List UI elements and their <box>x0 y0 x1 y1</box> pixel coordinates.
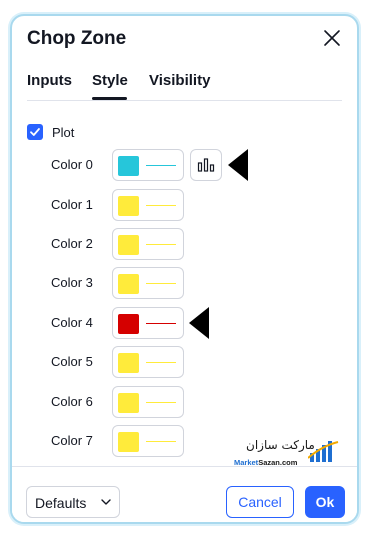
color-swatch <box>118 353 139 373</box>
color-row-4: Color 4 <box>12 307 357 339</box>
plot-label: Plot <box>52 124 75 140</box>
color-label: Color 2 <box>51 236 93 251</box>
color-row-2: Color 2 <box>12 228 357 260</box>
color-label: Color 4 <box>51 315 93 330</box>
annotation-arrow <box>189 307 209 339</box>
plot-row: Plot <box>27 123 74 141</box>
defaults-dropdown[interactable]: Defaults <box>26 486 120 518</box>
color-picker-button[interactable] <box>112 346 184 378</box>
line-style-preview <box>146 165 176 166</box>
tab-inputs[interactable]: Inputs <box>27 72 72 89</box>
line-style-preview <box>146 205 176 206</box>
color-label: Color 3 <box>51 275 93 290</box>
color-label: Color 5 <box>51 354 93 369</box>
color-picker-button[interactable] <box>112 425 184 457</box>
plot-checkbox[interactable] <box>27 124 43 140</box>
color-swatch <box>118 196 139 216</box>
color-row-1: Color 1 <box>12 189 357 221</box>
chop-zone-dialog: Chop Zone Inputs Style Visibility Plot C… <box>10 14 359 524</box>
color-swatch <box>118 432 139 452</box>
defaults-label: Defaults <box>35 495 87 511</box>
color-label: Color 0 <box>51 157 93 172</box>
color-row-3: Color 3 <box>12 267 357 299</box>
color-label: Color 6 <box>51 394 93 409</box>
line-style-preview <box>146 402 176 403</box>
tab-bar: Inputs Style Visibility <box>12 66 357 102</box>
line-style-preview <box>146 441 176 442</box>
checkmark-icon <box>30 128 40 136</box>
marketsazan-logo-icon <box>308 441 339 462</box>
columns-icon <box>197 158 215 172</box>
close-icon[interactable] <box>323 29 341 47</box>
color-row-6: Color 6 <box>12 386 357 418</box>
dialog-header: Chop Zone <box>12 16 357 66</box>
color-picker-button[interactable] <box>112 267 184 299</box>
color-row-5: Color 5 <box>12 346 357 378</box>
line-style-preview <box>146 283 176 284</box>
color-swatch <box>118 156 139 176</box>
dialog-footer: Defaults Cancel Ok <box>12 466 357 522</box>
color-picker-button[interactable] <box>112 307 184 339</box>
color-swatch <box>118 314 139 334</box>
color-swatch <box>118 393 139 413</box>
plot-type-button[interactable] <box>190 149 222 181</box>
color-label: Color 7 <box>51 433 93 448</box>
line-style-preview <box>146 244 176 245</box>
tab-style[interactable]: Style <box>92 72 128 89</box>
color-picker-button[interactable] <box>112 228 184 260</box>
cancel-button[interactable]: Cancel <box>226 486 294 518</box>
chevron-down-icon <box>101 499 111 505</box>
watermark-persian-text: مارکت سازان <box>246 438 315 452</box>
tab-divider <box>27 100 342 101</box>
color-row-0: Color 0 <box>12 149 357 181</box>
color-swatch <box>118 274 139 294</box>
color-label: Color 1 <box>51 197 93 212</box>
tab-visibility[interactable]: Visibility <box>149 72 210 89</box>
line-style-preview <box>146 323 176 324</box>
dialog-title: Chop Zone <box>27 28 127 49</box>
color-swatch <box>118 235 139 255</box>
color-picker-button[interactable] <box>112 149 184 181</box>
annotation-arrow <box>228 149 248 181</box>
line-style-preview <box>146 362 176 363</box>
color-picker-button[interactable] <box>112 386 184 418</box>
ok-button[interactable]: Ok <box>305 486 345 518</box>
color-picker-button[interactable] <box>112 189 184 221</box>
